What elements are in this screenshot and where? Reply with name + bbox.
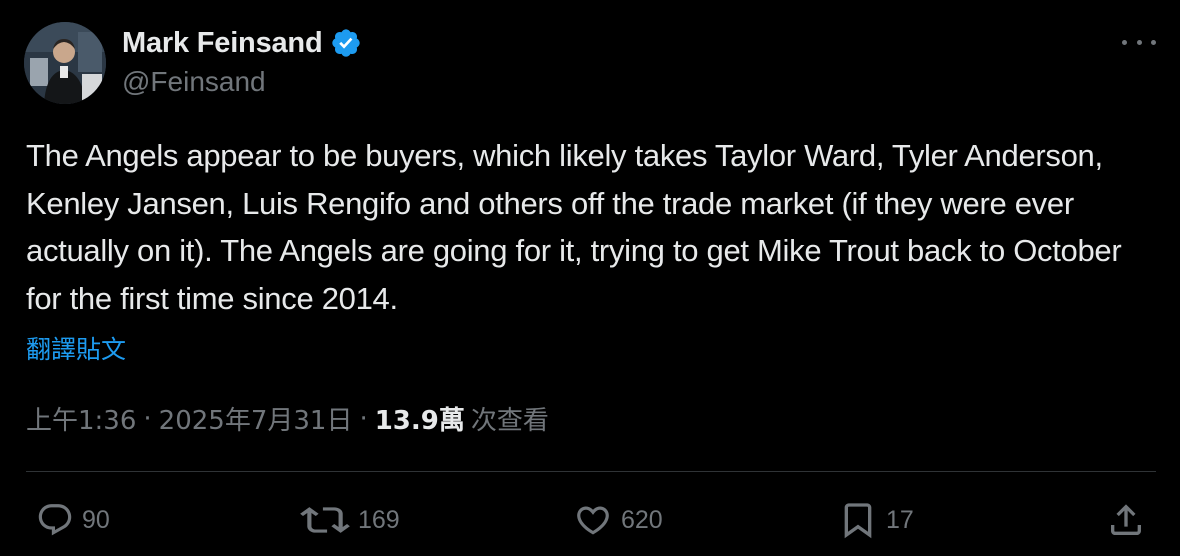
like-button[interactable]: 620 xyxy=(573,496,663,544)
retweet-button[interactable]: 169 xyxy=(300,496,400,544)
tweet-date[interactable]: 2025年7月31日 xyxy=(159,400,353,437)
bookmark-count: 17 xyxy=(886,505,914,534)
bookmark-button[interactable]: 17 xyxy=(838,496,914,544)
reply-count: 90 xyxy=(82,505,110,534)
views-label: 次查看 xyxy=(470,406,549,436)
divider xyxy=(26,471,1156,472)
tweet-text: The Angels appear to be buyers, which li… xyxy=(26,138,1122,316)
tweet-meta: 上午1:36 · 2025年7月31日 · 13.9萬 次查看 xyxy=(26,400,549,437)
meta-separator: · xyxy=(143,403,152,434)
reply-icon xyxy=(38,504,72,536)
action-bar: 90 169 620 17 xyxy=(0,496,1180,544)
avatar[interactable] xyxy=(24,22,106,104)
share-icon xyxy=(1111,504,1141,535)
author-display-name[interactable]: Mark Feinsand xyxy=(122,27,323,60)
tweet-time[interactable]: 上午1:36 xyxy=(26,400,136,437)
more-horizontal-icon[interactable] xyxy=(1122,34,1156,50)
reply-button[interactable]: 90 xyxy=(36,496,110,544)
translate-post-link[interactable]: 翻譯貼文 xyxy=(26,330,126,366)
author-name-row: Mark Feinsand xyxy=(122,26,362,60)
author-handle[interactable]: @Feinsand xyxy=(122,66,266,98)
avatar-image xyxy=(24,22,106,104)
heart-icon xyxy=(577,506,609,535)
share-button[interactable] xyxy=(1106,496,1146,544)
views-count[interactable]: 13.9萬 xyxy=(375,400,465,437)
bookmark-icon xyxy=(844,503,872,539)
retweet-icon xyxy=(300,507,350,533)
retweet-count: 169 xyxy=(358,505,400,534)
like-count: 620 xyxy=(621,505,663,534)
meta-separator: · xyxy=(359,403,368,434)
tweet: Mark Feinsand @Feinsand The Angels appea… xyxy=(0,0,1180,556)
verified-badge-icon[interactable] xyxy=(330,27,362,59)
